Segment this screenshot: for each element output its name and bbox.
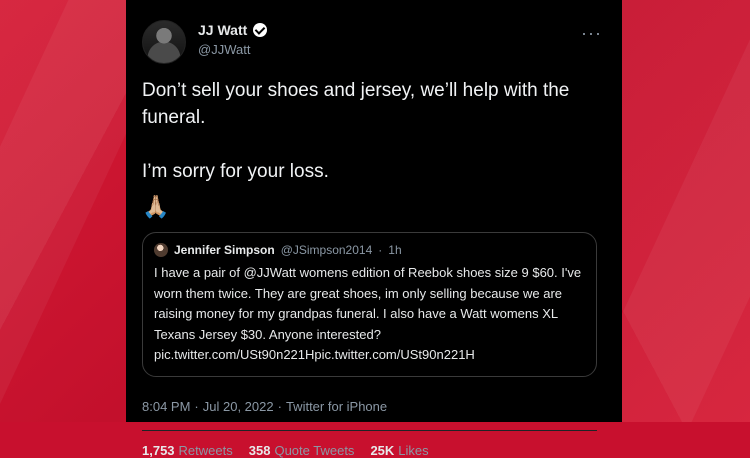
likes-stat[interactable]: 25K Likes	[370, 443, 428, 458]
tweet-card[interactable]: JJ Watt @JJWatt ··· Don’t sell your shoe…	[126, 0, 622, 458]
tweet-source[interactable]: Twitter for iPhone	[286, 399, 387, 414]
metadata-separator-1: ·	[194, 398, 199, 414]
tweet-time[interactable]: 8:04 PM	[142, 399, 190, 414]
tweet-header: JJ Watt @JJWatt ···	[142, 20, 608, 64]
stats-divider	[142, 429, 597, 431]
quoted-time[interactable]: 1h	[388, 243, 401, 257]
retweets-label: Retweets	[178, 442, 233, 458]
quoted-tweet-text: I have a pair of @JJWatt womens edition …	[154, 265, 582, 363]
display-name-row: JJ Watt	[198, 22, 268, 39]
metadata-separator-2: ·	[277, 398, 282, 414]
quoted-separator: ·	[378, 242, 383, 257]
tweet-text: Don’t sell your shoes and jersey, we’ll …	[142, 80, 570, 182]
quoted-avatar[interactable]	[154, 243, 168, 258]
quote-tweets-label: Quote Tweets	[274, 442, 355, 458]
retweets-count: 1,753	[142, 442, 175, 458]
likes-label: Likes	[398, 442, 429, 458]
quoted-tweet-header: Jennifer Simpson @JSimpson2014 · 1h	[154, 242, 585, 258]
display-name[interactable]: JJ Watt	[198, 22, 247, 39]
likes-count: 25K	[370, 442, 395, 458]
user-handle[interactable]: @JJWatt	[198, 42, 267, 58]
retweets-stat[interactable]: 1,753 Retweets	[142, 443, 233, 458]
quote-tweets-stat[interactable]: 358 Quote Tweets	[249, 443, 355, 458]
tweet-metadata: 8:04 PM · Jul 20, 2022 · Twitter for iPhone	[142, 399, 608, 414]
praying-hands-emoji: 🙏🏼	[142, 193, 170, 219]
verified-badge-icon	[253, 23, 268, 38]
more-horizontal-icon[interactable]: ···	[581, 24, 602, 42]
quoted-tweet-card[interactable]: Jennifer Simpson @JSimpson2014 · 1h I ha…	[142, 231, 597, 377]
quoted-handle[interactable]: @JSimpson2014	[281, 243, 373, 257]
quoted-display-name[interactable]: Jennifer Simpson	[174, 243, 275, 257]
avatar[interactable]	[142, 20, 186, 64]
tweet-date[interactable]: Jul 20, 2022	[203, 399, 274, 414]
tweet-stats: 1,753 Retweets 358 Quote Tweets 25K Like…	[142, 443, 608, 458]
user-info: JJ Watt @JJWatt	[198, 22, 268, 58]
quote-tweets-count: 358	[248, 442, 271, 458]
emoji-row: 🙏🏼	[142, 193, 608, 219]
